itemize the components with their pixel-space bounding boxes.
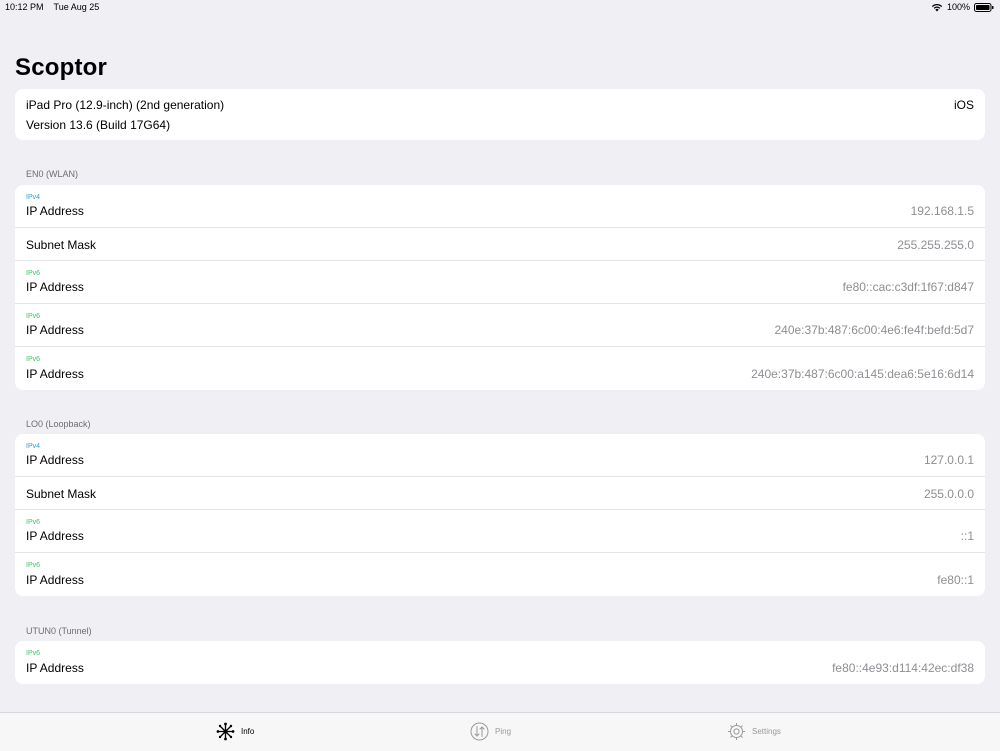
ipv6-tag: IPv6 <box>26 519 41 526</box>
list-item[interactable]: Subnet Mask 255.255.255.0 <box>15 228 985 261</box>
ipv6-tag: IPv6 <box>26 270 41 277</box>
tab-ping-label: Ping <box>495 727 512 736</box>
tab-ping[interactable]: Ping <box>470 722 511 741</box>
tab-settings[interactable]: Settings <box>727 722 781 741</box>
list-item[interactable]: IPv6 IP Address 240e:37b:487:6c00:a145:d… <box>15 347 985 390</box>
list-item[interactable]: IPv6 IP Address fe80::4e93:d114:42ec:df3… <box>15 641 985 684</box>
row-label: IP Address <box>26 204 84 218</box>
ipv6-tag: IPv6 <box>26 650 41 657</box>
row-value: 127.0.0.1 <box>923 453 974 467</box>
row-value: 255.0.0.0 <box>923 487 974 501</box>
list-item[interactable]: IPv6 IP Address fe80::1 <box>15 553 985 596</box>
device-info-card: iPad Pro (12.9-inch) (2nd generation) Ve… <box>15 89 985 140</box>
row-label: Subnet Mask <box>26 238 97 252</box>
row-value: 240e:37b:487:6c00:4e6:fe4f:befd:5d7 <box>774 323 974 337</box>
ipv6-tag: IPv6 <box>26 356 41 363</box>
row-value: 192.168.1.5 <box>910 204 974 218</box>
ipv4-tag: IPv4 <box>26 443 41 450</box>
ipv6-tag: IPv6 <box>26 562 41 569</box>
row-label: IP Address <box>26 661 84 675</box>
tab-info-label: Info <box>241 727 255 736</box>
row-value: ::1 <box>960 529 974 543</box>
list-item[interactable]: Subnet Mask 255.0.0.0 <box>15 477 985 510</box>
ipv6-tag: IPv6 <box>26 313 41 320</box>
row-value: 240e:37b:487:6c00:a145:dea6:5e16:6d14 <box>751 367 974 381</box>
device-model: iPad Pro (12.9-inch) (2nd generation) <box>26 98 225 112</box>
section-card-en0: IPv4 IP Address 192.168.1.5 Subnet Mask … <box>15 185 985 390</box>
status-bar: 10:12 PM Tue Aug 25 100% <box>0 0 1000 16</box>
device-os: iOS <box>953 98 974 112</box>
row-label: IP Address <box>26 367 84 381</box>
status-time: 10:12 PM <box>5 2 44 12</box>
row-value: fe80::4e93:d114:42ec:df38 <box>832 661 974 675</box>
tab-settings-label: Settings <box>752 727 781 736</box>
row-label: IP Address <box>26 573 84 587</box>
section-header-lo0: LO0 (Loopback) <box>26 419 91 429</box>
row-value: fe80::cac:c3df:1f67:d847 <box>842 280 974 294</box>
row-label: IP Address <box>26 453 84 467</box>
tab-info[interactable]: Info <box>216 722 254 741</box>
list-item[interactable]: IPv6 IP Address fe80::cac:c3df:1f67:d847 <box>15 261 985 304</box>
section-header-en0: EN0 (WLAN) <box>26 169 79 179</box>
list-item[interactable]: IPv6 IP Address 240e:37b:487:6c00:4e6:fe… <box>15 304 985 347</box>
tab-bar: Info Ping Settings <box>0 712 1000 751</box>
list-item[interactable]: IPv4 IP Address 127.0.0.1 <box>15 434 985 477</box>
row-value: fe80::1 <box>937 573 974 587</box>
status-date: Tue Aug 25 <box>53 2 100 12</box>
list-item[interactable]: IPv6 IP Address ::1 <box>15 510 985 553</box>
row-label: IP Address <box>26 323 84 337</box>
section-card-lo0: IPv4 IP Address 127.0.0.1 Subnet Mask 25… <box>15 434 985 596</box>
battery-icon <box>974 2 994 12</box>
list-item[interactable]: IPv4 IP Address 192.168.1.5 <box>15 185 985 228</box>
row-label: Subnet Mask <box>26 487 97 501</box>
device-version: Version 13.6 (Build 17G64) <box>26 118 171 132</box>
battery-percent: 100% <box>946 2 970 12</box>
section-card-utun0: IPv6 IP Address fe80::4e93:d114:42ec:df3… <box>15 641 985 684</box>
row-label: IP Address <box>26 529 84 543</box>
ping-arrows-icon <box>470 722 489 741</box>
ipv4-tag: IPv4 <box>26 194 41 201</box>
wifi-icon <box>931 3 943 12</box>
network-icon <box>216 722 235 741</box>
section-header-utun0: UTUN0 (Tunnel) <box>26 626 92 636</box>
row-value: 255.255.255.0 <box>897 238 974 252</box>
gear-icon <box>727 722 746 741</box>
page-title: Scoptor <box>15 54 108 81</box>
row-label: IP Address <box>26 280 84 294</box>
